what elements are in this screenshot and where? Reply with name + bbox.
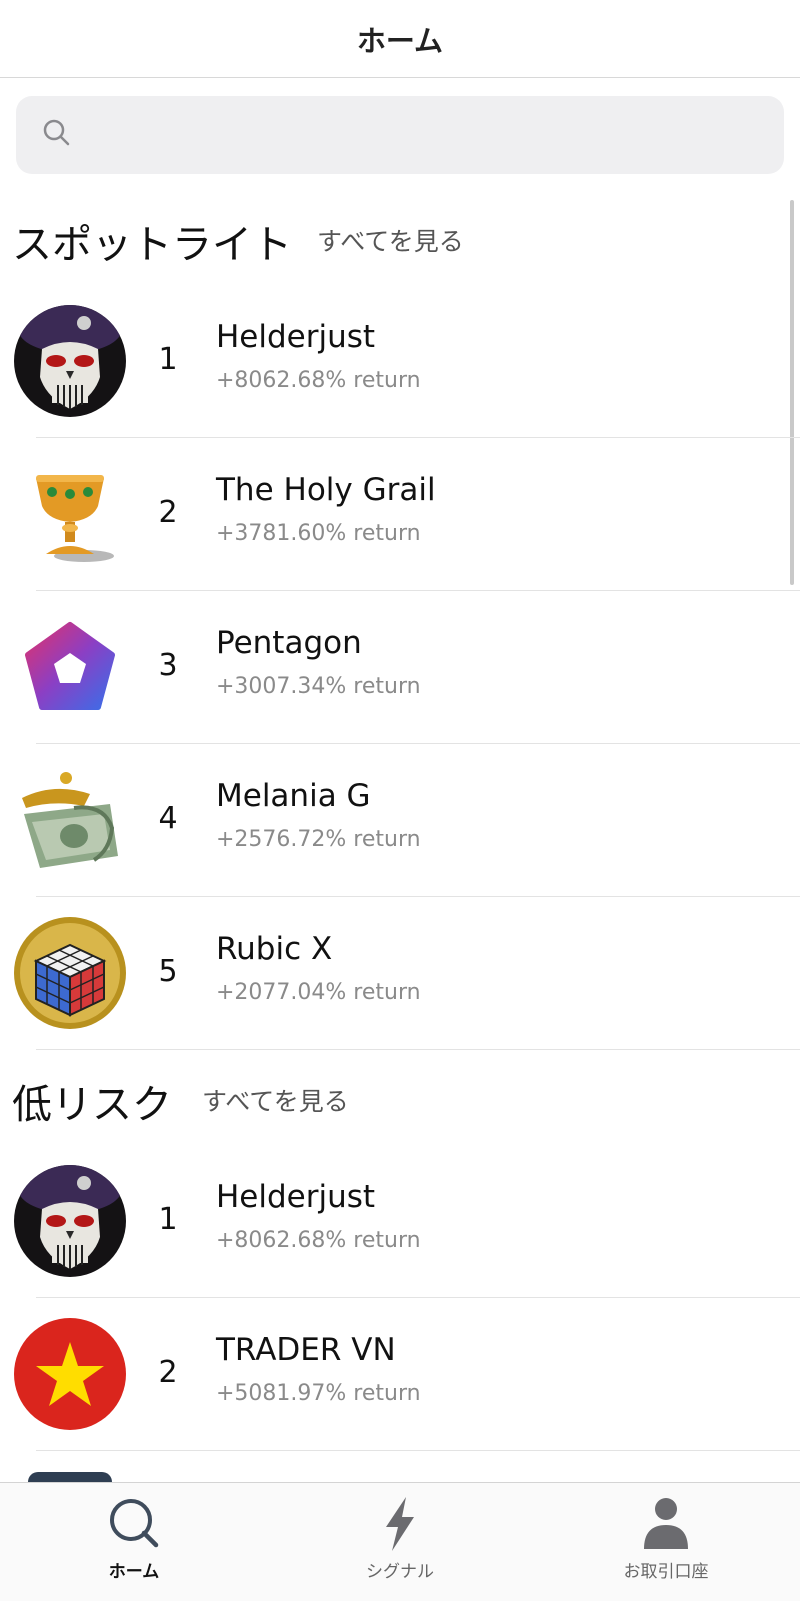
trader-return: +2077.04% return — [216, 980, 421, 1005]
tab-signals-label: シグナル — [366, 1562, 434, 1582]
page-title: ホーム — [356, 23, 444, 58]
trader-return: +2576.72% return — [216, 827, 421, 852]
low-risk-list-item[interactable]: 1 Helderjust +8062.68% return — [0, 1145, 800, 1298]
skull-avatar — [14, 1165, 126, 1277]
trader-return: +5081.97% return — [216, 1381, 421, 1406]
trader-return: +3007.34% return — [216, 674, 421, 699]
trader-name: Helderjust — [216, 1179, 376, 1215]
trader-name: TRADER VN — [216, 1332, 396, 1368]
tab-home-label: ホーム — [108, 1562, 160, 1582]
vietnam-flag-avatar — [14, 1318, 126, 1430]
tab-account-label: お取引口座 — [623, 1562, 709, 1582]
row-divider — [36, 1049, 800, 1050]
money-avatar — [14, 764, 126, 876]
rank-number: 5 — [158, 954, 178, 989]
rank-number: 3 — [158, 648, 178, 683]
trader-return: +8062.68% return — [216, 368, 421, 393]
tab-account[interactable]: お取引口座 — [566, 1483, 766, 1601]
top-navigation-bar: ホーム — [0, 0, 800, 78]
holy-grail-avatar — [14, 458, 126, 570]
low-risk-section-header: 低リスク すべてを見る — [12, 1072, 412, 1132]
rank-number: 1 — [158, 342, 178, 377]
row-divider — [36, 1450, 800, 1451]
search-icon — [104, 1493, 164, 1553]
bottom-tab-bar: ホーム シグナル お取引口座 — [0, 1482, 800, 1601]
skull-avatar — [14, 305, 126, 417]
spotlight-list-item[interactable]: 1 Helderjust +8062.68% return — [0, 285, 800, 438]
trader-return: +8062.68% return — [216, 1228, 421, 1253]
rank-number: 1 — [158, 1202, 178, 1237]
low-risk-title: 低リスク — [12, 1082, 172, 1128]
search-input[interactable] — [16, 96, 784, 174]
trader-name: Pentagon — [216, 625, 362, 661]
rank-number: 2 — [158, 1355, 178, 1390]
rank-number: 2 — [158, 495, 178, 530]
trader-name: The Holy Grail — [216, 472, 436, 508]
low-risk-list-item[interactable]: 2 TRADER VN +5081.97% return — [0, 1298, 800, 1451]
partial-avatar — [28, 1472, 112, 1482]
trader-name: Melania G — [216, 778, 371, 814]
spotlight-list-item[interactable]: 2 The Holy Grail +3781.60% return — [0, 438, 800, 591]
spotlight-list-item[interactable]: 5 Rubic X +2077.04% return — [0, 897, 800, 1050]
low-risk-see-all-link[interactable]: すべてを見る — [202, 1082, 349, 1118]
person-icon — [636, 1493, 696, 1553]
trader-name: Helderjust — [216, 319, 376, 355]
spotlight-see-all-link[interactable]: すべてを見る — [317, 222, 464, 258]
lightning-icon — [370, 1493, 430, 1553]
trader-return: +3781.60% return — [216, 521, 421, 546]
pentagon-avatar — [14, 611, 126, 723]
spotlight-list-item[interactable]: 4 Melania G +2576.72% return — [0, 744, 800, 897]
rubiks-cube-avatar — [14, 917, 126, 1029]
search-icon — [42, 118, 72, 152]
spotlight-section-header: スポットライト すべてを見る — [12, 212, 512, 272]
trader-name: Rubic X — [216, 931, 333, 967]
tab-signals[interactable]: シグナル — [300, 1483, 500, 1601]
spotlight-list-item[interactable]: 3 Pentagon +3007.34% return — [0, 591, 800, 744]
rank-number: 4 — [158, 801, 178, 836]
tab-home[interactable]: ホーム — [34, 1483, 234, 1601]
spotlight-title: スポットライト — [12, 222, 292, 268]
